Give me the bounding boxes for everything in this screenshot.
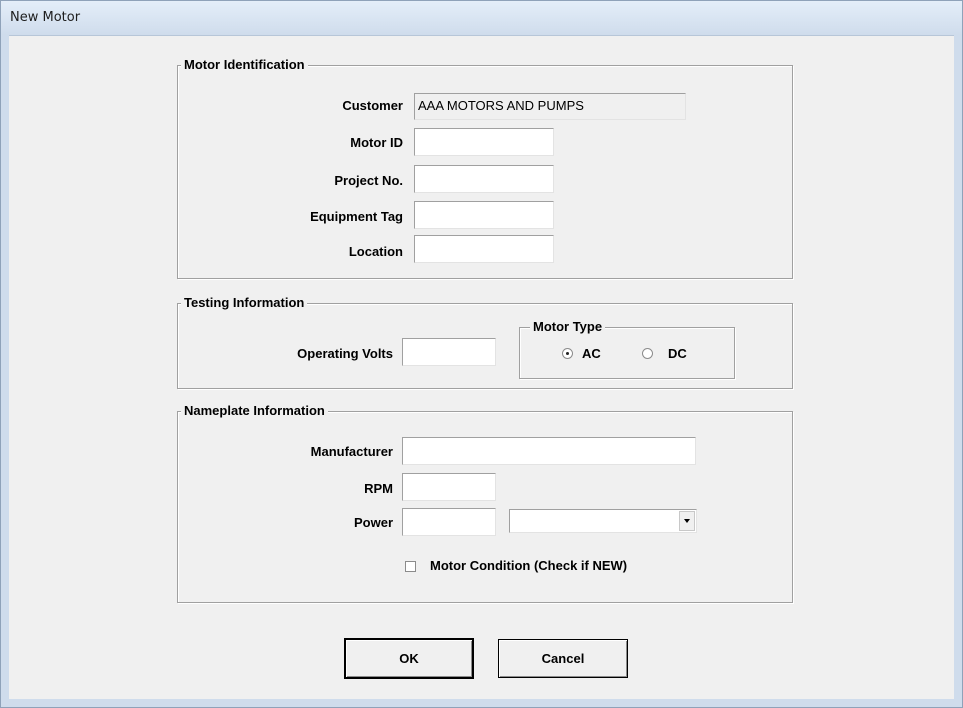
rpm-label: RPM <box>364 481 393 496</box>
power-input[interactable] <box>402 508 496 536</box>
customer-label: Customer <box>342 98 403 113</box>
dropdown-arrow-button[interactable] <box>679 511 695 531</box>
title-bar[interactable]: New Motor <box>1 1 962 36</box>
motor-type-legend: Motor Type <box>530 319 606 335</box>
new-motor-dialog: New Motor Motor Identification Customer … <box>0 0 963 708</box>
ac-radio-dot <box>566 352 569 355</box>
ac-radio[interactable] <box>562 348 573 359</box>
nameplate-information-legend: Nameplate Information <box>181 403 328 419</box>
window-frame-right <box>954 35 962 707</box>
ac-label: AC <box>582 346 601 361</box>
power-unit-select[interactable] <box>509 509 697 533</box>
testing-information-legend: Testing Information <box>181 295 308 311</box>
cancel-button[interactable]: Cancel <box>498 639 628 678</box>
ok-button[interactable]: OK <box>344 638 474 679</box>
customer-field: AAA MOTORS AND PUMPS <box>414 93 686 120</box>
motor-condition-label: Motor Condition (Check if NEW) <box>430 558 628 573</box>
window-title: New Motor <box>10 10 81 25</box>
window-frame-left <box>1 35 9 707</box>
location-input[interactable] <box>414 235 554 263</box>
operating-volts-input[interactable] <box>402 338 496 366</box>
motor-id-input[interactable] <box>414 128 554 156</box>
dc-label: DC <box>668 346 687 361</box>
operating-volts-label: Operating Volts <box>297 346 393 361</box>
motor-identification-legend: Motor Identification <box>181 57 308 73</box>
motor-type-group: Motor Type <box>519 319 735 379</box>
dc-radio[interactable] <box>642 348 653 359</box>
window-frame-bottom <box>1 699 962 707</box>
chevron-down-icon <box>684 519 690 523</box>
project-no-label: Project No. <box>334 173 403 188</box>
motor-id-label: Motor ID <box>350 135 403 150</box>
manufacturer-input[interactable] <box>402 437 696 465</box>
project-no-input[interactable] <box>414 165 554 193</box>
equipment-tag-label: Equipment Tag <box>310 209 403 224</box>
power-label: Power <box>353 515 393 530</box>
motor-condition-checkbox[interactable] <box>405 561 416 572</box>
equipment-tag-input[interactable] <box>414 201 554 229</box>
manufacturer-label: Manufacturer <box>310 444 393 459</box>
location-label: Location <box>348 244 403 259</box>
rpm-input[interactable] <box>402 473 496 501</box>
